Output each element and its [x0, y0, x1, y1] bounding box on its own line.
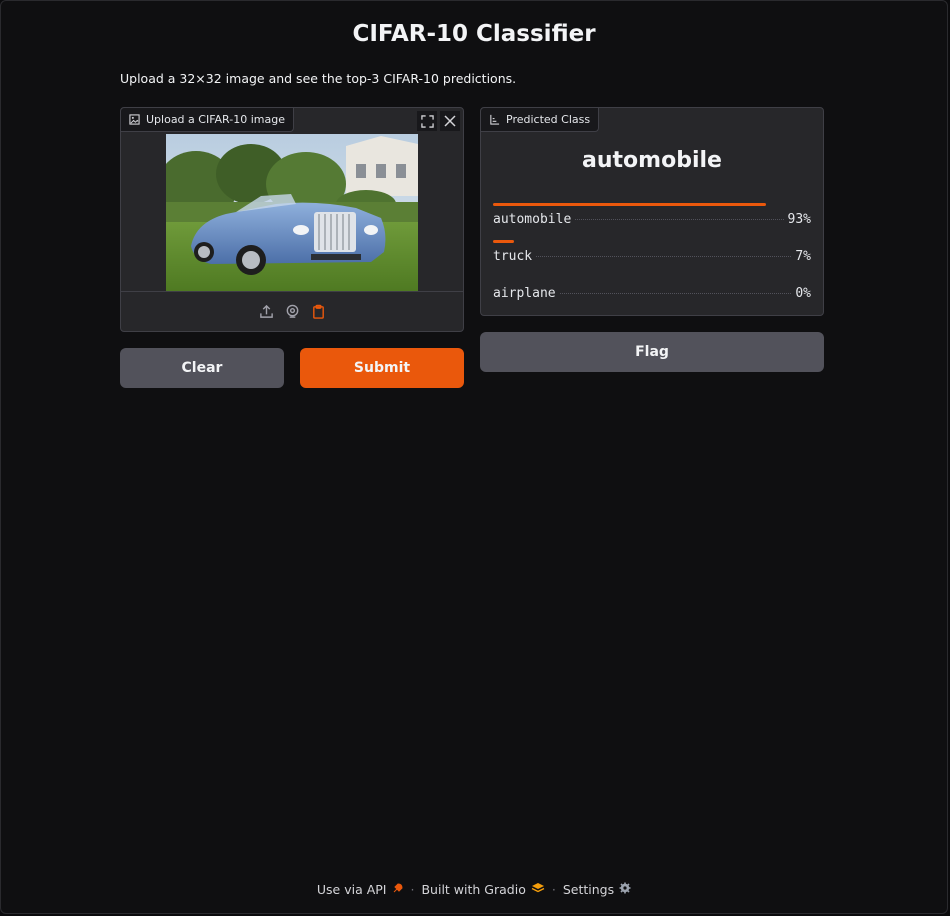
- confidence-bar: [493, 203, 766, 206]
- dotted-leader: [559, 293, 792, 294]
- settings-link[interactable]: Settings: [563, 882, 631, 897]
- predicted-class-label: Predicted Class: [506, 113, 591, 126]
- fullscreen-icon[interactable]: [417, 111, 437, 131]
- submit-button[interactable]: Submit: [300, 348, 464, 388]
- predicted-class-panel: Predicted Class automobile automobile 93%…: [480, 107, 824, 316]
- confidence-value: 93%: [787, 212, 811, 227]
- confidence-row: automobile 93%: [493, 203, 811, 233]
- confidence-label: airplane: [493, 286, 556, 301]
- image-icon: [129, 114, 140, 125]
- upload-icon[interactable]: [258, 304, 274, 320]
- confidence-bar: [493, 240, 514, 243]
- footer: Use via API · Built with Gradio · Settin…: [1, 882, 947, 897]
- image-input-panel[interactable]: Upload a CIFAR-10 image: [120, 107, 464, 332]
- confidence-label: automobile: [493, 212, 572, 227]
- use-via-api-link[interactable]: Use via API: [317, 882, 404, 897]
- confidence-value: 7%: [795, 249, 811, 264]
- image-input-label-tag: Upload a CIFAR-10 image: [121, 108, 294, 132]
- dotted-leader: [536, 256, 792, 257]
- dotted-leader: [575, 219, 784, 220]
- flag-button[interactable]: Flag: [480, 332, 824, 372]
- built-with-gradio-link[interactable]: Built with Gradio: [421, 882, 545, 897]
- clear-button[interactable]: Clear: [120, 348, 284, 388]
- image-input-label: Upload a CIFAR-10 image: [146, 113, 285, 126]
- clipboard-icon[interactable]: [310, 304, 326, 320]
- confidence-row: truck 7%: [493, 240, 811, 270]
- webcam-icon[interactable]: [284, 304, 300, 320]
- gear-icon: [619, 882, 631, 897]
- footer-separator: ·: [410, 882, 415, 897]
- close-icon[interactable]: [440, 111, 460, 131]
- uploaded-image: [166, 134, 418, 291]
- rocket-icon: [392, 882, 404, 897]
- settings-label: Settings: [562, 882, 615, 897]
- gradio-logo-icon: [531, 882, 545, 897]
- app-window: CIFAR-10 Classifier Upload a 32×32 image…: [0, 0, 948, 914]
- page-title: CIFAR-10 Classifier: [352, 21, 596, 47]
- use-via-api-label: Use via API: [316, 882, 387, 897]
- predicted-class-value: automobile: [582, 148, 722, 173]
- built-with-gradio-label: Built with Gradio: [421, 882, 526, 897]
- predicted-class-label-tag: Predicted Class: [481, 108, 600, 132]
- page-description: Upload a 32×32 image and see the top-3 C…: [120, 71, 517, 86]
- label-icon: [489, 114, 500, 125]
- image-source-toolbar: [121, 291, 463, 331]
- confidence-row: airplane 0%: [493, 277, 811, 307]
- confidence-value: 0%: [795, 286, 811, 301]
- footer-separator: ·: [551, 882, 556, 897]
- confidence-label: truck: [493, 249, 533, 264]
